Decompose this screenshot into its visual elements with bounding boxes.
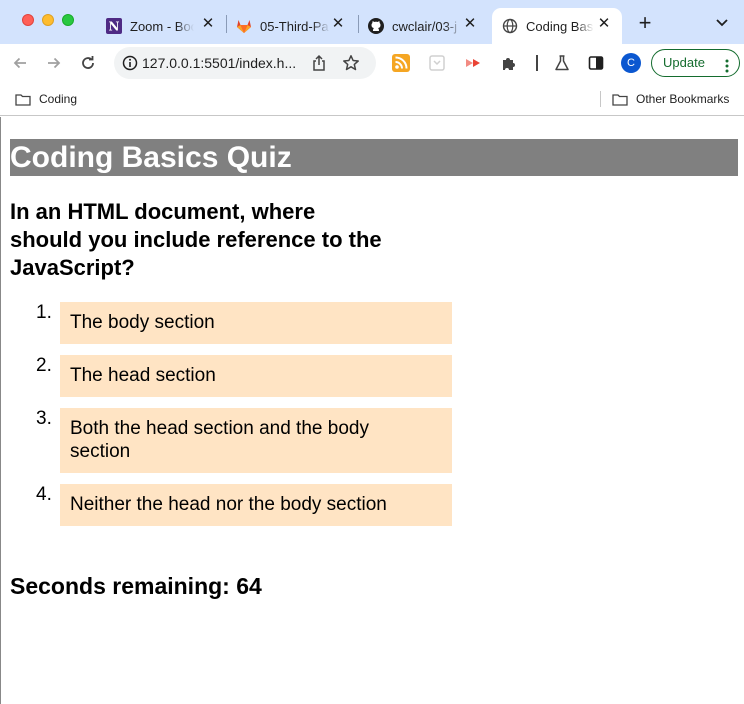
new-tab-button[interactable]: + <box>634 12 656 34</box>
gitlab-icon <box>236 18 252 34</box>
rss-extension-icon[interactable] <box>392 54 410 72</box>
answer-number: 2. <box>36 355 52 376</box>
profile-avatar[interactable]: C <box>621 53 641 73</box>
other-bookmarks-folder[interactable]: Other Bookmarks <box>612 91 729 107</box>
answer-button-1[interactable]: The body section <box>60 302 452 344</box>
labs-flask-icon[interactable] <box>553 54 571 72</box>
screencastify-extension-icon[interactable] <box>464 54 482 72</box>
tab-divider <box>226 15 227 33</box>
url-text[interactable]: 127.0.0.1:5501/index.h... <box>142 55 314 71</box>
page-content: Coding Basics Quiz In an HTML document, … <box>0 117 744 704</box>
github-icon <box>368 18 384 34</box>
tab-title: cwclair/03-j <box>392 18 462 34</box>
back-button[interactable] <box>9 52 31 74</box>
quiz-title: Coding Basics Quiz <box>10 139 738 176</box>
address-bar[interactable]: 127.0.0.1:5501/index.h... <box>114 47 376 79</box>
back-arrow-icon <box>13 57 26 69</box>
answer-number: 4. <box>36 484 52 505</box>
northwestern-n-icon: N <box>106 18 122 34</box>
extensions-puzzle-icon[interactable] <box>500 54 518 72</box>
answer-button-3[interactable]: Both the head section and the body secti… <box>60 408 452 473</box>
tab-strip: N Zoom - Boo ✕ 05-Third-Pa ✕ cwclair/03-… <box>0 0 744 44</box>
close-tab-icon[interactable]: ✕ <box>330 16 346 32</box>
update-label: Update <box>663 55 705 70</box>
minimize-window-button[interactable] <box>42 14 54 26</box>
tab-title: 05-Third-Pa <box>260 18 330 34</box>
svg-text:N: N <box>109 20 120 34</box>
side-panel-icon[interactable] <box>587 54 605 72</box>
reload-icon <box>82 56 94 69</box>
share-icon[interactable] <box>310 54 328 72</box>
close-window-button[interactable] <box>22 14 34 26</box>
browser-toolbar: 127.0.0.1:5501/index.h... C Update <box>0 44 744 82</box>
close-tab-icon[interactable]: ✕ <box>462 16 478 32</box>
bookmarks-divider <box>600 91 601 107</box>
bookmark-star-icon[interactable] <box>342 54 360 72</box>
pocket-extension-icon[interactable] <box>428 54 446 72</box>
close-tab-icon[interactable]: ✕ <box>596 16 612 32</box>
folder-icon <box>612 93 628 106</box>
tab-search-chevron-icon[interactable] <box>712 14 732 32</box>
other-bookmarks-label: Other Bookmarks <box>636 92 730 106</box>
close-tab-icon[interactable]: ✕ <box>200 16 216 32</box>
more-menu-icon[interactable] <box>725 56 729 73</box>
seconds-remaining: Seconds remaining: 64 <box>10 573 262 599</box>
answer-button-4[interactable]: Neither the head nor the body section <box>60 484 452 526</box>
zoom-window-button[interactable] <box>62 14 74 26</box>
globe-icon <box>502 18 518 34</box>
bookmark-label: Coding <box>39 92 78 106</box>
answer-button-2[interactable]: The head section <box>60 355 452 397</box>
toolbar-divider <box>536 55 538 71</box>
bookmarks-bar: Coding Other Bookmarks <box>0 82 744 116</box>
update-button[interactable]: Update <box>651 49 740 77</box>
tab-gitlab[interactable]: 05-Third-Pa ✕ <box>228 8 356 44</box>
tab-coding-basics[interactable]: Coding Basi ✕ <box>492 8 622 44</box>
tab-title: Coding Basi <box>526 18 594 34</box>
tab-title: Zoom - Boo <box>130 18 194 34</box>
site-info-icon[interactable] <box>122 55 138 71</box>
forward-arrow-icon <box>48 57 61 69</box>
bookmark-folder-coding[interactable]: Coding <box>15 91 77 107</box>
forward-button[interactable] <box>43 52 65 74</box>
tab-zoom[interactable]: N Zoom - Boo ✕ <box>98 8 226 44</box>
question-text: In an HTML document, where should you in… <box>10 199 382 280</box>
tab-divider <box>358 15 359 33</box>
folder-icon <box>15 93 31 106</box>
tab-github[interactable]: cwclair/03-j ✕ <box>360 8 488 44</box>
reload-button[interactable] <box>77 52 99 74</box>
answer-number: 1. <box>36 302 52 323</box>
answer-number: 3. <box>36 408 52 429</box>
